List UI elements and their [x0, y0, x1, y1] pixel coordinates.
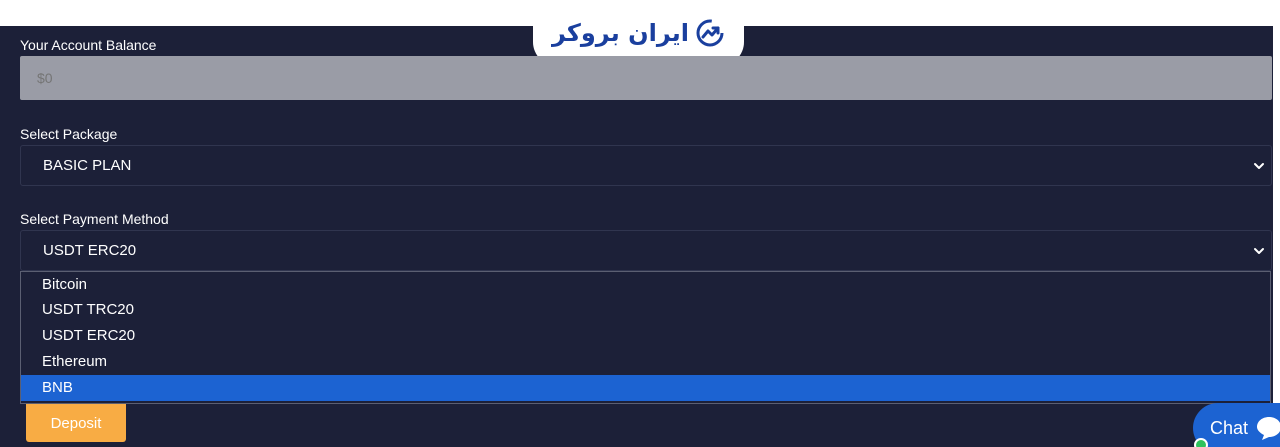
payment-option-usdt-trc20[interactable]: USDT TRC20 [21, 297, 1270, 323]
payment-options-list: Bitcoin USDT TRC20 USDT ERC20 Ethereum B… [20, 271, 1271, 404]
brand-logo-text: ایران بروکر [552, 19, 689, 47]
chat-button-label: Chat [1210, 417, 1249, 438]
balance-input[interactable] [37, 70, 1272, 86]
package-label: Select Package [20, 126, 118, 142]
payment-label: Select Payment Method [20, 211, 169, 227]
deposit-button[interactable]: Deposit [26, 404, 126, 442]
payment-option-bnb[interactable]: BNB [21, 375, 1270, 401]
payment-option-ethereum[interactable]: Ethereum [21, 349, 1270, 375]
package-selected-value: BASIC PLAN [43, 157, 132, 174]
package-select[interactable]: BASIC PLAN [20, 145, 1272, 186]
chat-bubble-icon [1257, 417, 1280, 440]
balance-field[interactable] [20, 56, 1272, 100]
payment-option-bitcoin[interactable]: Bitcoin [21, 272, 1270, 297]
balance-label: Your Account Balance [20, 37, 157, 53]
payment-selected-value: USDT ERC20 [43, 242, 137, 259]
payment-option-usdt-erc20[interactable]: USDT ERC20 [21, 323, 1270, 349]
chat-status-indicator [1194, 438, 1208, 447]
chevron-down-icon [1254, 162, 1264, 169]
trend-arrow-icon [696, 19, 724, 47]
chevron-down-icon [1254, 247, 1264, 254]
payment-select[interactable]: USDT ERC20 [20, 230, 1272, 271]
page-edge [1273, 0, 1280, 447]
